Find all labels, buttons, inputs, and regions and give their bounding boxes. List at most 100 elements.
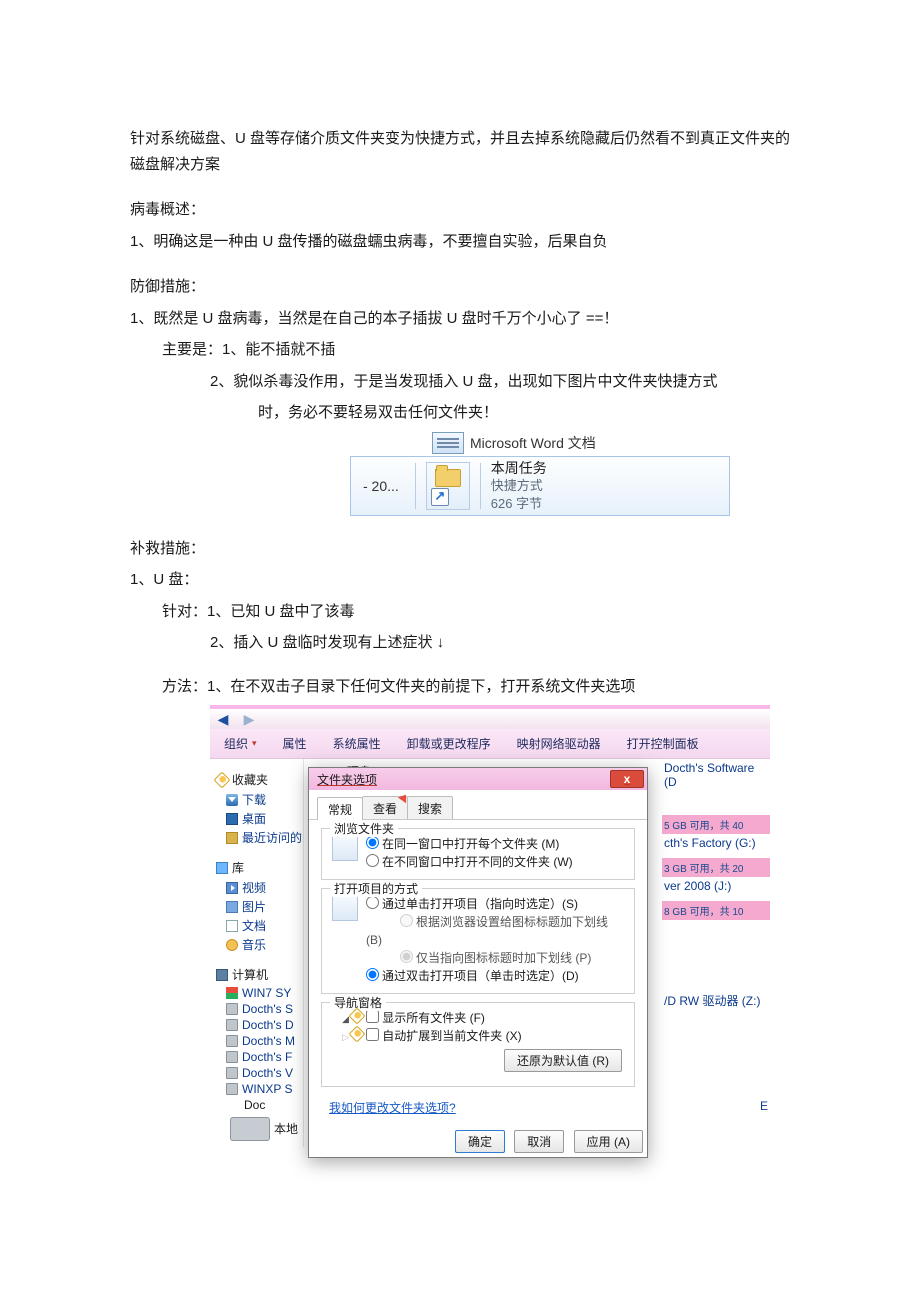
pointer-icon [332,895,358,921]
remedy-target: 针对：1、已知 U 盘中了该毒 [130,599,790,625]
nav-drive-5[interactable]: Docth's V [242,1066,293,1080]
tb-properties[interactable]: 属性 [283,735,307,752]
defence-item-2b: 时，务必不要轻易双击任何文件夹！ [130,400,790,426]
recent-icon [226,832,238,844]
navpane-fieldset: 导航窗格 ◢ 显示所有文件夹 (F) ▷ 自动扩展到当前文件夹 (X) 还原为默… [321,1002,635,1087]
intro-paragraph: 针对系统磁盘、U 盘等存储介质文件夹变为快捷方式，并且去掉系统隐藏后仍然看不到真… [130,126,790,177]
nav-doc-line: Doc [244,1098,265,1112]
drive-g-name[interactable]: cth's Factory (G:) [662,836,770,850]
remedy-method: 方法：1、在不双击子目录下任何文件夹的前提下，打开系统文件夹选项 [130,674,790,700]
chk-auto-expand[interactable]: 自动扩展到当前文件夹 (X) [366,1029,521,1043]
word-doc-icon [432,432,464,454]
tb-sys-properties[interactable]: 系统属性 [333,735,381,752]
help-link[interactable]: 我如何更改文件夹选项? [321,1095,464,1124]
nav-pictures[interactable]: 图片 [242,898,266,915]
tree-star-icon [348,1026,365,1043]
shortcut-overlay-icon: ↗ [431,488,449,506]
drive-z-name[interactable]: /D RW 驱动器 (Z:) [662,992,770,1009]
folder-options-dialog: 文件夹选项 x 常规 查看 搜索 浏览文件夹 在同一窗口中打开每个文件夹 (M)… [308,767,648,1158]
win-drive-icon [226,987,238,999]
document-icon [226,920,238,932]
explorer-toolbar: 组织▾ 属性 系统属性 卸载或更改程序 映射网络驱动器 打开控制面板 [210,729,770,759]
remedy-header: 补救措施： [130,536,790,562]
nav-drive-3[interactable]: Docth's M [242,1034,295,1048]
radio-browse-same[interactable]: 在同一窗口中打开每个文件夹 (M) [366,837,559,851]
tab-general[interactable]: 常规 [317,797,363,820]
tb-open-cp[interactable]: 打开控制面板 [627,735,699,752]
nav-drive-6[interactable]: WINXP S [242,1082,292,1096]
ok-button[interactable]: 确定 [455,1130,505,1153]
nav-recent[interactable]: 最近访问的 [242,829,302,846]
drive-d-name[interactable]: Docth's Software (D [662,761,770,789]
shortcut-folder-icon: ↗ [426,462,470,510]
radio-double-click[interactable]: 通过双击打开项目（单击时选定）(D) [366,969,579,983]
nav-drive-2[interactable]: Docth's D [242,1018,294,1032]
defence-main: 主要是：1、能不插就不插 [130,337,790,363]
browse-fieldset: 浏览文件夹 在同一窗口中打开每个文件夹 (M) 在不同窗口中打开不同的文件夹 (… [321,828,635,880]
nav-drive-1[interactable]: Docth's S [242,1002,293,1016]
shortcut-size: 626 字节 [491,495,547,513]
close-button[interactable]: x [610,770,644,788]
drive-icon [226,1051,238,1063]
drive-icon [226,1019,238,1031]
radio-single-click[interactable]: 通过单击打开项目（指向时选定）(S) [366,897,578,911]
open-legend: 打开项目的方式 [330,880,422,897]
defence-item-2: 2、貌似杀毒没作用，于是当发现插入 U 盘，出现如下图片中文件夹快捷方式 [130,369,790,395]
tb-map-drive[interactable]: 映射网络驱动器 [517,735,601,752]
word-doc-caption: Microsoft Word 文档 [470,433,596,453]
defence-header: 防御措施： [130,274,790,300]
computer-icon [216,969,228,981]
nav-music[interactable]: 音乐 [242,936,266,953]
apply-button[interactable]: 应用 (A) [574,1130,643,1153]
shortcut-name: 本周任务 [491,459,547,478]
nav-downloads[interactable]: 下载 [242,791,266,808]
forward-icon[interactable]: ▶ [236,709,262,729]
tab-view[interactable]: 查看 [362,796,408,819]
drive-icon [226,1067,238,1079]
nav-libraries[interactable]: 库 [232,859,244,876]
radio-browse-new[interactable]: 在不同窗口中打开不同的文件夹 (W) [366,855,573,869]
browse-icon [332,835,358,861]
desktop-icon [226,813,238,825]
big-drive-icon [230,1117,270,1141]
cap-3: 8 GB 可用，共 10 [662,901,770,920]
restore-defaults-button[interactable]: 还原为默认值 (R) [504,1049,622,1072]
nav-computer[interactable]: 计算机 [232,966,268,983]
back-icon[interactable]: ◀ [210,709,236,729]
download-icon [226,794,238,806]
drive-icon [226,1083,238,1095]
library-icon [216,862,228,874]
chk-show-all[interactable]: 显示所有文件夹 (F) [366,1011,485,1025]
radio-underline-browser[interactable]: 根据浏览器设置给图标标题加下划线 (B) [366,915,608,947]
drive-icon [226,1035,238,1047]
virus-header: 病毒概述： [130,197,790,223]
open-fieldset: 打开项目的方式 通过单击打开项目（指向时选定）(S) 根据浏览器设置给图标标题加… [321,888,635,994]
star-icon [214,771,231,788]
drive-j-name[interactable]: ver 2008 (J:) [662,879,770,893]
remedy-item-1: 1、U 盘： [130,567,790,593]
defence-item-1: 1、既然是 U 盘病毒，当然是在自己的本子插拔 U 盘时千万个小心了 ==！ [130,306,790,332]
nav-desktop[interactable]: 桌面 [242,810,266,827]
nav-favorites[interactable]: 收藏夹 [232,771,268,788]
nav-videos[interactable]: 视频 [242,879,266,896]
video-icon [226,882,238,894]
shortcut-type: 快捷方式 [491,477,547,495]
nav-drive-4[interactable]: Docth's F [242,1050,292,1064]
tab-search[interactable]: 搜索 [407,796,453,819]
cap-1: 5 GB 可用，共 40 [662,815,770,834]
remedy-target-2: 2、插入 U 盘临时发现有上述症状 ↓ [130,630,790,656]
picture-icon [226,901,238,913]
shortcut-left-text: - 20... [357,478,405,494]
browse-legend: 浏览文件夹 [330,820,398,837]
nav-drive-0[interactable]: WIN7 SY [242,986,291,1000]
tb-uninstall[interactable]: 卸载或更改程序 [407,735,491,752]
tb-organize[interactable]: 组织▾ [224,735,257,752]
nav-documents[interactable]: 文档 [242,917,266,934]
cap-2: 3 GB 可用，共 20 [662,858,770,877]
radio-underline-point[interactable]: 仅当指向图标标题时加下划线 (P) [400,951,591,965]
nav-local-line: 本地 [274,1120,298,1137]
cancel-button[interactable]: 取消 [514,1130,564,1153]
virus-item-1: 1、明确这是一种由 U 盘传播的磁盘蠕虫病毒，不要擅自实验，后果自负 [130,229,790,255]
explorer-figure: ◀ ▶ 组织▾ 属性 系统属性 卸载或更改程序 映射网络驱动器 打开控制面板 收… [210,705,770,1147]
right-e-suffix: E [662,1099,770,1113]
